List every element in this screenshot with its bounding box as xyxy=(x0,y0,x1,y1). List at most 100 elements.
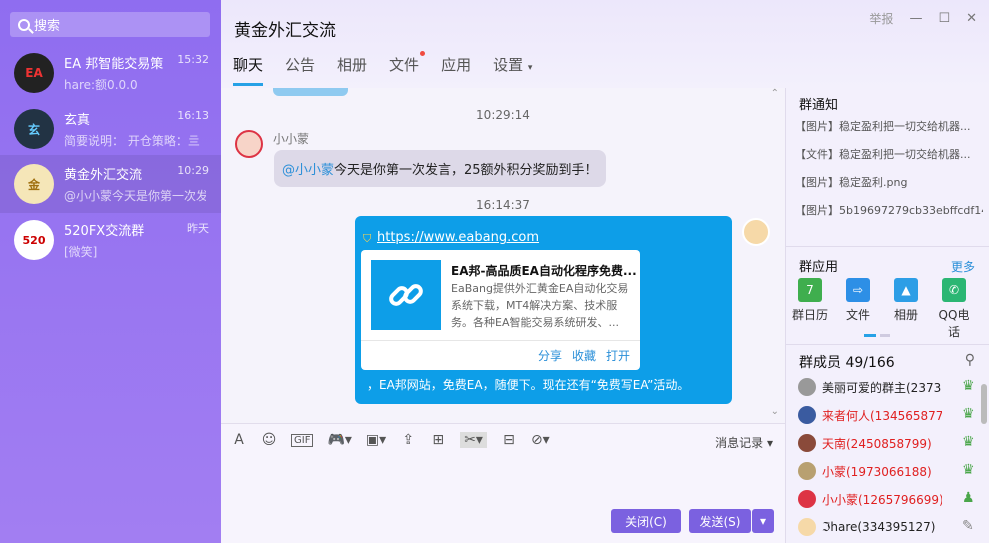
gift-icon[interactable]: ⊞ xyxy=(430,432,446,448)
tab-album[interactable]: 相册 xyxy=(337,54,367,86)
member-item[interactable]: 小蒙(1973066188) ♛ xyxy=(798,460,978,482)
avatar: 520 xyxy=(14,220,54,260)
card-title: EA邦-高品质EA自动化程序免费... xyxy=(451,264,636,278)
notice-title: 群通知 xyxy=(799,98,839,113)
message-bubble: @小小蒙今天是你第一次发言，25额外积分奖励到手！ xyxy=(274,150,606,187)
image-icon[interactable]: ▣▾ xyxy=(366,432,386,448)
tab-chat[interactable]: 聊天 xyxy=(233,54,264,86)
maximize-icon[interactable]: ☐ xyxy=(938,11,950,26)
group-info-panel: 群通知 【图片】稳定盈利把一切交给机器... 【文件】稳定盈利把一切交给机器..… xyxy=(785,88,989,543)
tab-settings-label: 设置 xyxy=(493,56,524,74)
sender-name: 小小蒙 xyxy=(273,132,310,146)
card-actions: 分享 收藏 打开 xyxy=(361,340,640,370)
member-name: 来者何人(1345658773) xyxy=(822,408,942,423)
message-record-label: 消息记录 xyxy=(715,436,764,450)
app-album[interactable]: ▲ 相册 xyxy=(888,278,924,340)
conversation-name: 520FX交流群 xyxy=(64,224,145,239)
tab-apps[interactable]: 应用 xyxy=(441,54,471,86)
link[interactable]: https://www.eabang.com xyxy=(377,230,539,245)
page-indicator xyxy=(880,334,890,337)
calendar-icon: 7 xyxy=(798,278,822,302)
upload-icon[interactable]: ⇪ xyxy=(400,432,416,448)
member-name: 天南(2450858799) xyxy=(822,436,932,451)
app-qq-call[interactable]: ✆ QQ电话 xyxy=(936,278,972,340)
member-name: 美丽可爱的群主(237393 xyxy=(822,380,942,395)
member-item[interactable]: ℑhare(334395127) ✎ xyxy=(798,516,978,538)
member-badge-icon: ♟ xyxy=(962,490,975,506)
tab-announcement[interactable]: 公告 xyxy=(285,54,315,86)
conversation-preview: hare:额0.0.0 xyxy=(64,78,138,92)
timestamp: 10:29:14 xyxy=(476,108,530,122)
send-button[interactable]: 发送(S) xyxy=(689,509,751,533)
tab-bar: 聊天 公告 相册 文件 应用 设置 ▾ xyxy=(233,51,532,86)
member-item[interactable]: 天南(2450858799) ♛ xyxy=(798,432,978,454)
font-icon[interactable]: A xyxy=(231,432,247,448)
notice-item[interactable]: 【图片】稳定盈利.png xyxy=(795,174,983,190)
edit-icon[interactable]: ✎ xyxy=(962,518,978,536)
app-label: 文件 xyxy=(845,308,870,322)
conversation-item-active[interactable]: 金 黄金外汇交流 @小小蒙今天是你第一次发 10:29 xyxy=(0,155,221,213)
admin-badge-icon: ♛ xyxy=(962,462,975,478)
emoji-icon[interactable]: ☺ xyxy=(261,432,277,448)
conversation-time: 15:32 xyxy=(177,53,209,66)
tab-settings[interactable]: 设置 ▾ xyxy=(493,54,532,86)
scissors-icon[interactable]: ✂▾ xyxy=(460,432,487,448)
app-files[interactable]: ⇨ 文件 xyxy=(840,278,876,340)
scrollbar[interactable] xyxy=(981,384,987,424)
member-item[interactable]: 小小蒙(1265796699) ♟ xyxy=(798,488,978,510)
close-icon[interactable]: ✕ xyxy=(966,11,977,26)
mention[interactable]: @小小蒙 xyxy=(282,163,334,178)
search-input[interactable]: 搜索 xyxy=(10,12,210,37)
link-preview-card[interactable]: EA邦-高品质EA自动化程序免费... EaBang提供外汇黄金EA自动化交易系… xyxy=(361,250,640,370)
conversation-item[interactable]: 玄 玄真 简要说明： 开仓策略：亖 16:13 xyxy=(0,100,221,158)
avatar[interactable] xyxy=(235,130,263,158)
conversation-preview: @小小蒙今天是你第一次发 xyxy=(64,189,206,203)
message-record-button[interactable]: 消息记录 ▾ xyxy=(715,434,773,451)
game-icon[interactable]: 🎮▾ xyxy=(327,432,351,448)
collect-button[interactable]: 收藏 xyxy=(572,347,596,364)
minimize-icon[interactable]: — xyxy=(909,11,922,26)
input-area[interactable]: A ☺ GIF 🎮▾ ▣▾ ⇪ ⊞ ✂▾ ⊟ ⊘▾ 消息记录 ▾ 关闭(C) 发… xyxy=(221,423,785,543)
open-button[interactable]: 打开 xyxy=(606,347,630,364)
conversation-item[interactable]: EA EA 邦智能交易策 hare:额0.0.0 15:32 xyxy=(0,44,221,102)
notice-item[interactable]: 【图片】稳定盈利把一切交给机器... xyxy=(795,118,983,134)
search-icon[interactable]: ⚲ xyxy=(965,352,975,368)
window-controls: 举报 — ☐ ✕ xyxy=(869,10,977,27)
member-item[interactable]: 美丽可爱的群主(237393 ♛ xyxy=(798,376,978,398)
toolbar: A ☺ GIF 🎮▾ ▣▾ ⇪ ⊞ ✂▾ ⊟ ⊘▾ xyxy=(231,432,550,448)
send-options-button[interactable]: ▾ xyxy=(752,509,774,533)
card-description: EaBang提供外汇黄金EA自动化交易系统下载，MT4解决方案、技术服务。各种E… xyxy=(451,282,629,329)
redpacket-icon[interactable]: ⊟ xyxy=(501,432,517,448)
conversation-sidebar: 搜索 EA EA 邦智能交易策 hare:额0.0.0 15:32 玄 玄真 简… xyxy=(0,0,221,543)
conversation-item[interactable]: 520 520FX交流群 [微笑] 昨天 xyxy=(0,211,221,269)
conversation-time: 昨天 xyxy=(187,222,209,235)
share-button[interactable]: 分享 xyxy=(538,347,562,364)
more-link[interactable]: 更多 xyxy=(951,258,975,275)
member-name: ℑhare(334395127) xyxy=(822,520,936,534)
block-icon[interactable]: ⊘▾ xyxy=(531,432,550,448)
gif-icon[interactable]: GIF xyxy=(291,433,314,447)
app-calendar[interactable]: 7 群日历 xyxy=(792,278,828,340)
app-label: 相册 xyxy=(893,308,918,322)
tab-files[interactable]: 文件 xyxy=(389,51,426,86)
scroll-down-icon[interactable]: ⌄ xyxy=(771,406,779,417)
admin-badge-icon: ♛ xyxy=(962,406,975,422)
phone-icon: ✆ xyxy=(942,278,966,302)
app-label: 群日历 xyxy=(792,308,829,322)
avatar xyxy=(798,518,816,536)
avatar xyxy=(798,462,816,480)
timestamp: 16:14:37 xyxy=(476,198,530,212)
notice-item[interactable]: 【图片】5b19697279cb33ebffcdf14... xyxy=(795,202,983,218)
conversation-preview: 简要说明： 开仓策略：亖 xyxy=(64,134,200,148)
notice-item[interactable]: 【文件】稳定盈利把一切交给机器... xyxy=(795,146,983,162)
conversation-time: 16:13 xyxy=(177,109,209,122)
avatar[interactable] xyxy=(742,218,770,246)
conversation-name: 玄真 xyxy=(64,113,91,128)
avatar xyxy=(798,490,816,508)
message-area[interactable]: 10:29:14 小小蒙 @小小蒙今天是你第一次发言，25额外积分奖励到手！ 1… xyxy=(221,88,785,423)
avatar: 玄 xyxy=(14,109,54,149)
report-button[interactable]: 举报 xyxy=(869,10,893,27)
member-item[interactable]: 来者何人(1345658773) ♛ xyxy=(798,404,978,426)
close-button[interactable]: 关闭(C) xyxy=(611,509,681,533)
scroll-up-icon[interactable]: ⌃ xyxy=(771,88,779,99)
